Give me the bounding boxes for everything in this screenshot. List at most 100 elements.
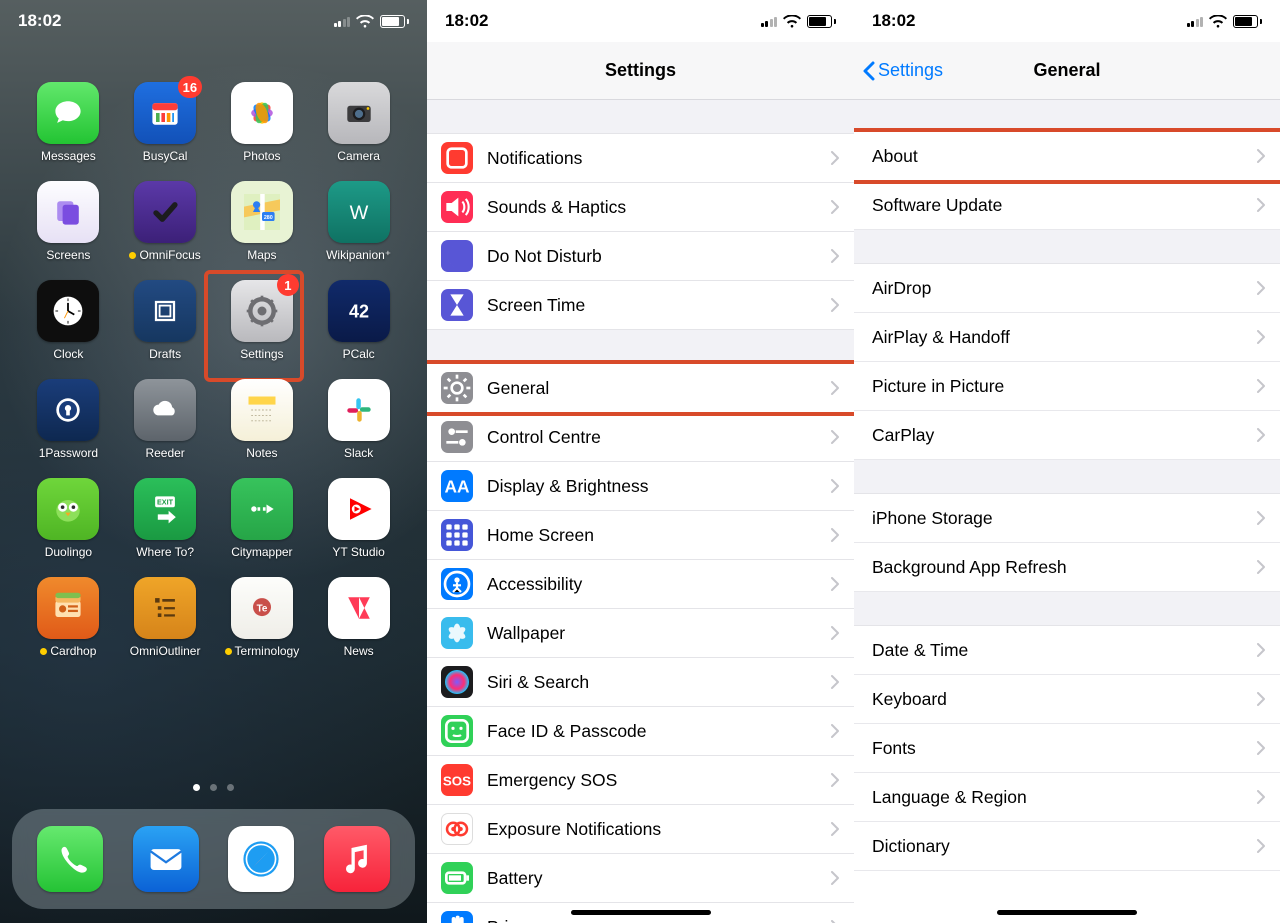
cellular-icon [1187, 15, 1204, 27]
app-omnioutliner[interactable]: OmniOutliner [123, 577, 207, 658]
row-update[interactable]: Software Update [854, 181, 1280, 230]
svg-text:280: 280 [264, 215, 273, 221]
row-homescreen[interactable]: Home Screen [427, 511, 854, 560]
status-indicators [334, 15, 410, 28]
app-settings[interactable]: 1Settings [220, 280, 304, 361]
row-keyboard[interactable]: Keyboard [854, 675, 1280, 724]
app-photos[interactable]: Photos [220, 82, 304, 163]
row-label: AirDrop [872, 278, 1243, 299]
row-bgrefresh[interactable]: Background App Refresh [854, 543, 1280, 592]
row-airdrop[interactable]: AirDrop [854, 264, 1280, 313]
app-camera[interactable]: Camera [317, 82, 401, 163]
row-sounds[interactable]: Sounds & Haptics [427, 183, 854, 232]
app-slack[interactable]: Slack [317, 379, 401, 460]
app-pcalc[interactable]: 42PCalc [317, 280, 401, 361]
display-icon: AA [441, 470, 473, 502]
row-label: Software Update [872, 195, 1243, 216]
row-label: Notifications [487, 148, 817, 169]
app-label: Settings [240, 347, 283, 361]
page-indicator[interactable] [0, 784, 427, 791]
app-label: Slack [344, 446, 373, 460]
app-terminology[interactable]: TeTerminology [220, 577, 304, 658]
app-duolingo[interactable]: Duolingo [26, 478, 110, 559]
app-notes[interactable]: Notes [220, 379, 304, 460]
row-carplay[interactable]: CarPlay [854, 411, 1280, 460]
row-label: Face ID & Passcode [487, 721, 817, 742]
svg-text:EXIT: EXIT [157, 498, 174, 507]
cellular-icon [334, 15, 351, 27]
battery-icon [380, 15, 409, 28]
dock-safari[interactable] [228, 826, 294, 892]
siri-icon [441, 666, 473, 698]
row-airplay[interactable]: AirPlay & Handoff [854, 313, 1280, 362]
dock-music[interactable] [324, 826, 390, 892]
status-bar: 18:02 [854, 0, 1280, 42]
row-siri[interactable]: Siri & Search [427, 658, 854, 707]
row-notifications[interactable]: Notifications [427, 134, 854, 183]
row-exposure[interactable]: Exposure Notifications [427, 805, 854, 854]
omnifocus-icon [134, 181, 196, 243]
chevron-icon [831, 528, 840, 542]
row-dnd[interactable]: Do Not Disturb [427, 232, 854, 281]
wifi-icon [356, 15, 374, 28]
app-drafts[interactable]: Drafts [123, 280, 207, 361]
app-news[interactable]: News [317, 577, 401, 658]
row-label: Emergency SOS [487, 770, 817, 791]
row-screentime[interactable]: Screen Time [427, 281, 854, 330]
app-clock[interactable]: Clock [26, 280, 110, 361]
row-storage[interactable]: iPhone Storage [854, 494, 1280, 543]
app-whereto[interactable]: EXITWhere To? [123, 478, 207, 559]
battery-icon [441, 862, 473, 894]
terminology-icon: Te [231, 577, 293, 639]
app-cardhop[interactable]: Cardhop [26, 577, 110, 658]
app-wikipanion[interactable]: WWikipanion⁺ [317, 181, 401, 262]
chevron-icon [1257, 428, 1266, 442]
row-label: Keyboard [872, 689, 1243, 710]
dock-mail[interactable] [133, 826, 199, 892]
app-label: OmniOutliner [130, 644, 201, 658]
row-general[interactable]: General [427, 364, 854, 413]
control-icon [441, 421, 473, 453]
app-omnifocus[interactable]: OmniFocus [123, 181, 207, 262]
row-label: Wallpaper [487, 623, 817, 644]
row-display[interactable]: AADisplay & Brightness [427, 462, 854, 511]
wifi-icon [1209, 15, 1227, 28]
app-maps[interactable]: 280Maps [220, 181, 304, 262]
app-citymapper[interactable]: Citymapper [220, 478, 304, 559]
back-button[interactable]: Settings [862, 42, 943, 99]
app-ytstudio[interactable]: YT Studio [317, 478, 401, 559]
chevron-icon [1257, 560, 1266, 574]
photos-icon [231, 82, 293, 144]
app-label: YT Studio [332, 545, 384, 559]
row-about[interactable]: About [854, 132, 1280, 181]
app-label: Drafts [149, 347, 181, 361]
home-indicator[interactable] [571, 910, 711, 915]
app-screens[interactable]: Screens [26, 181, 110, 262]
homescreen-icon [441, 519, 473, 551]
row-control[interactable]: Control Centre [427, 413, 854, 462]
battery-icon [807, 15, 836, 28]
row-accessibility[interactable]: Accessibility [427, 560, 854, 609]
row-faceid[interactable]: Face ID & Passcode [427, 707, 854, 756]
app-label: PCalc [343, 347, 375, 361]
app-reeder[interactable]: Reeder [123, 379, 207, 460]
row-fonts[interactable]: Fonts [854, 724, 1280, 773]
row-label: CarPlay [872, 425, 1243, 446]
row-sos[interactable]: SOSEmergency SOS [427, 756, 854, 805]
home-indicator[interactable] [997, 910, 1137, 915]
row-datetime[interactable]: Date & Time [854, 626, 1280, 675]
app-messages[interactable]: Messages [26, 82, 110, 163]
row-pip[interactable]: Picture in Picture [854, 362, 1280, 411]
row-dict[interactable]: Dictionary [854, 822, 1280, 871]
back-label: Settings [878, 60, 943, 81]
row-label: Siri & Search [487, 672, 817, 693]
chevron-icon [831, 381, 840, 395]
status-bar: 18:02 [0, 0, 427, 42]
app-busycal[interactable]: 16BusyCal [123, 82, 207, 163]
row-battery[interactable]: Battery [427, 854, 854, 903]
row-lang[interactable]: Language & Region [854, 773, 1280, 822]
dock-phone[interactable] [37, 826, 103, 892]
app-1password[interactable]: 1Password [26, 379, 110, 460]
row-wallpaper[interactable]: Wallpaper [427, 609, 854, 658]
reeder-icon [134, 379, 196, 441]
